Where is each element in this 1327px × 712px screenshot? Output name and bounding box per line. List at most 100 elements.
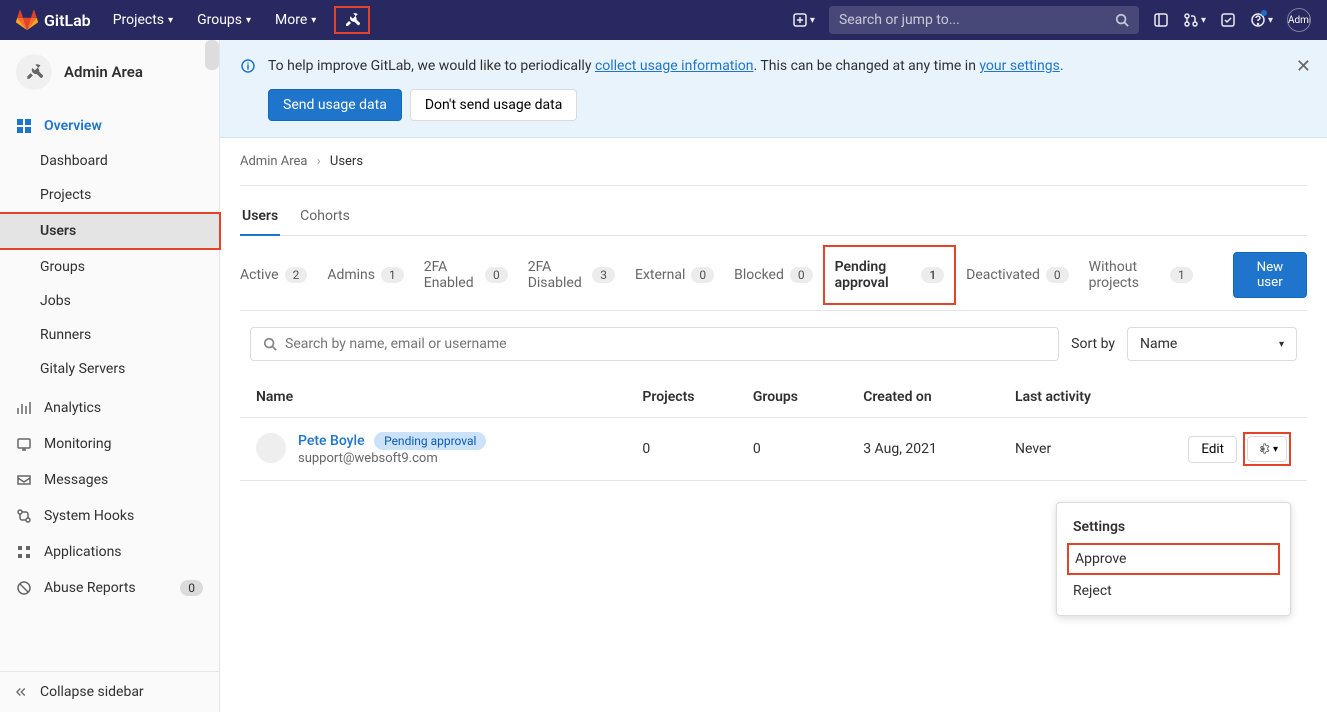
sidebar-dashboard[interactable]: Dashboard [0, 144, 219, 178]
sidebar-abuse-reports[interactable]: Abuse Reports0 [0, 570, 219, 606]
cell-projects: 0 [642, 441, 752, 457]
banner-text: To help improve GitLab, we would like to… [268, 56, 1307, 121]
global-search[interactable] [829, 6, 1139, 34]
main-tabs: Users Cohorts [240, 198, 1307, 236]
filter-pending-approval[interactable]: Pending approval1 [835, 255, 945, 295]
abuse-icon [16, 580, 32, 596]
tab-users[interactable]: Users [240, 198, 280, 236]
reject-item[interactable]: Reject [1057, 575, 1290, 607]
header-projects: Projects [642, 389, 752, 405]
chevron-down-icon: ▾ [1273, 444, 1278, 455]
sidebar-applications[interactable]: Applications [0, 534, 219, 570]
nav-more[interactable]: More▾ [265, 6, 326, 34]
todos-icon[interactable] [1220, 12, 1236, 28]
cell-created: 3 Aug, 2021 [863, 441, 1015, 457]
gitlab-icon [16, 9, 38, 31]
applications-icon [16, 544, 32, 560]
filter-admins[interactable]: Admins1 [327, 263, 403, 287]
filter-blocked[interactable]: Blocked0 [734, 263, 812, 287]
hooks-icon [16, 508, 32, 524]
sidebar-groups[interactable]: Groups [0, 250, 219, 284]
sidebar-users[interactable]: Users [0, 214, 219, 248]
chevron-down-icon: ▾ [1279, 339, 1284, 350]
sidebar-analytics[interactable]: Analytics [0, 390, 219, 426]
user-search-input[interactable] [285, 336, 1046, 352]
search-input[interactable] [839, 12, 1115, 28]
breadcrumb-root[interactable]: Admin Area [240, 154, 308, 169]
sidebar-runners[interactable]: Runners [0, 318, 219, 352]
top-nav: GitLab Projects▾ Groups▾ More▾ ▾ ▾ ▾ Adm… [0, 0, 1327, 40]
filter-2fa-enabled[interactable]: 2FA Enabled0 [424, 255, 508, 295]
gear-highlight: ▾ [1243, 432, 1291, 466]
filter-deactivated[interactable]: Deactivated0 [966, 263, 1068, 287]
tab-cohorts[interactable]: Cohorts [298, 198, 352, 235]
sidebar-users-highlight: Users [0, 212, 221, 250]
dont-send-usage-button[interactable]: Don't send usage data [410, 89, 577, 121]
admin-wrench-highlight [334, 6, 370, 34]
chevron-down-icon: ▾ [246, 15, 251, 26]
sort-select[interactable]: Name ▾ [1127, 327, 1297, 361]
settings-gear-button[interactable]: ▾ [1247, 436, 1287, 462]
collapse-icon [16, 685, 30, 699]
nav-groups[interactable]: Groups▾ [187, 6, 261, 34]
info-icon [240, 58, 256, 74]
nav-right: ▾ ▾ ▾ Administrator [792, 6, 1311, 34]
sidebar-scrollbar[interactable] [205, 40, 219, 70]
chevron-down-icon: ▾ [1201, 15, 1206, 26]
nav-items: Projects▾ Groups▾ More▾ [103, 6, 371, 34]
user-avatar[interactable]: Administrator [1287, 8, 1311, 32]
usage-info-link[interactable]: collect usage information [595, 58, 754, 74]
header-activity: Last activity [1015, 389, 1167, 405]
sidebar-overview[interactable]: Overview [0, 108, 219, 144]
settings-link[interactable]: your settings [979, 58, 1059, 74]
filter-2fa-disabled[interactable]: 2FA Disabled3 [528, 255, 615, 295]
table-header: Name Projects Groups Created on Last act… [240, 377, 1307, 418]
sidebar-system-hooks[interactable]: System Hooks [0, 498, 219, 534]
issues-icon[interactable] [1153, 12, 1169, 28]
status-badge: Pending approval [374, 432, 486, 450]
chevron-down-icon: ▾ [810, 15, 815, 26]
header-name: Name [256, 389, 642, 405]
gear-icon [1256, 442, 1270, 456]
sidebar-monitoring[interactable]: Monitoring [0, 426, 219, 462]
chevron-down-icon: ▾ [311, 15, 316, 26]
search-row: Sort by Name ▾ [240, 327, 1307, 361]
edit-button[interactable]: Edit [1188, 436, 1237, 463]
sidebar-jobs[interactable]: Jobs [0, 284, 219, 318]
filter-without-projects[interactable]: Without projects1 [1089, 255, 1193, 295]
user-email: support@websoft9.com [298, 451, 486, 466]
plus-button[interactable]: ▾ [792, 12, 815, 28]
help-icon[interactable]: ▾ [1250, 12, 1273, 28]
breadcrumb-sep: › [317, 154, 321, 169]
admin-area-icon [16, 54, 52, 90]
abuse-count: 0 [180, 580, 203, 596]
close-icon[interactable]: ✕ [1296, 56, 1311, 77]
gitlab-logo[interactable]: GitLab [16, 9, 91, 31]
sidebar-projects[interactable]: Projects [0, 178, 219, 212]
send-usage-button[interactable]: Send usage data [268, 89, 402, 121]
dropdown-header: Settings [1057, 511, 1290, 543]
merge-requests-icon[interactable]: ▾ [1183, 12, 1206, 28]
chevron-down-icon: ▾ [168, 15, 173, 26]
sidebar-header: Admin Area [0, 40, 219, 104]
new-user-button[interactable]: New user [1233, 252, 1307, 298]
sidebar-gitaly[interactable]: Gitaly Servers [0, 352, 219, 386]
user-name-link[interactable]: Pete Boyle [298, 433, 365, 449]
filter-tabs: Active2 Admins1 2FA Enabled0 2FA Disable… [240, 252, 1307, 311]
brand-text: GitLab [44, 11, 91, 30]
messages-icon [16, 472, 32, 488]
collapse-sidebar[interactable]: Collapse sidebar [0, 671, 219, 712]
approve-item[interactable]: Approve [1075, 551, 1272, 567]
nav-projects[interactable]: Projects▾ [103, 6, 183, 34]
main-content: To help improve GitLab, we would like to… [220, 40, 1327, 712]
wrench-icon[interactable] [344, 12, 360, 28]
search-icon [263, 337, 277, 351]
filter-active[interactable]: Active2 [240, 263, 307, 287]
sidebar-messages[interactable]: Messages [0, 462, 219, 498]
pending-approval-highlight: Pending approval1 [823, 245, 957, 305]
monitoring-icon [16, 436, 32, 452]
cell-activity: Never [1015, 441, 1167, 457]
user-search-field[interactable] [250, 327, 1059, 361]
sidebar: Admin Area Overview Dashboard Projects U… [0, 40, 220, 712]
filter-external[interactable]: External0 [635, 263, 714, 287]
